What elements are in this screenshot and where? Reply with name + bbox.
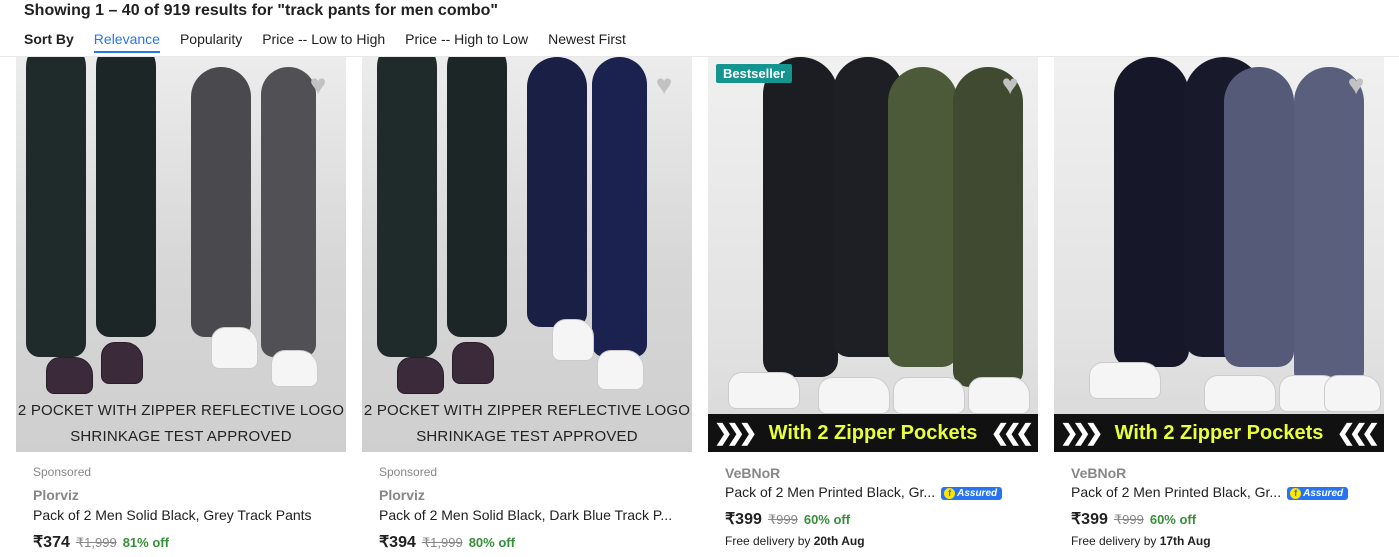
product-brand: VeBNoR [725, 465, 781, 481]
results-header: Showing 1 – 40 of 919 results for "track… [0, 0, 1399, 57]
sort-price-low-high[interactable]: Price -- Low to High [262, 31, 385, 51]
price-row: ₹394 ₹1,999 80% off [379, 532, 515, 552]
chevrons-left-icon: ❯❯❯ [1060, 420, 1103, 445]
image-caption-line-1: 2 POCKET WITH ZIPPER REFLECTIVE LOGO [17, 402, 345, 419]
sort-popularity[interactable]: Popularity [180, 31, 242, 51]
delivery-info: Free delivery by 20th Aug [725, 534, 865, 548]
image-banner: ❯❯❯ With 2 Zipper Pockets ❮❮❮ [708, 414, 1038, 452]
product-price: ₹394 [379, 534, 416, 551]
product-image[interactable]: ♥ ❯❯❯ With 2 Zipper Pockets ❮❮❮ [1054, 57, 1384, 452]
product-price: ₹399 [1071, 511, 1108, 528]
product-image[interactable]: Bestseller ♥ ❯❯❯ With 2 Zipper Pockets ❮… [708, 57, 1038, 452]
sort-newest-first[interactable]: Newest First [548, 31, 626, 51]
product-discount: 60% off [1149, 512, 1197, 527]
delivery-date: 20th Aug [813, 534, 865, 548]
product-mrp: ₹999 [767, 512, 798, 527]
banner-text: With 2 Zipper Pockets [768, 422, 978, 444]
delivery-date: 17th Aug [1159, 534, 1211, 548]
product-price: ₹374 [33, 534, 70, 551]
sort-bar: Sort By Relevance Popularity Price -- Lo… [24, 31, 646, 53]
product-image[interactable]: ♥ 2 POCKET WITH ZIPPER REFLECTIVE LOGO S… [16, 57, 346, 452]
chevrons-right-icon: ❮❮❮ [1336, 420, 1380, 445]
product-discount: 81% off [122, 535, 169, 550]
price-row: ₹399 ₹999 60% off [1071, 509, 1196, 529]
heart-icon[interactable]: ♥ [1342, 71, 1370, 99]
product-price: ₹399 [725, 511, 762, 528]
product-card[interactable]: Bestseller ♥ ❯❯❯ With 2 Zipper Pockets ❮… [708, 57, 1038, 557]
sponsored-label: Sponsored [33, 465, 92, 479]
product-brand: VeBNoR [1071, 465, 1127, 481]
product-title-row: Pack of 2 Men Printed Black, Gr... f Assur… [725, 484, 1003, 500]
product-card[interactable]: ♥ ❯❯❯ With 2 Zipper Pockets ❮❮❮ VeBNoR P… [1054, 57, 1384, 557]
product-card[interactable]: ♥ 2 POCKET WITH ZIPPER REFLECTIVE LOGO S… [362, 57, 692, 557]
image-caption-line-1: 2 POCKET WITH ZIPPER REFLECTIVE LOGO [363, 402, 691, 419]
product-discount: 60% off [803, 512, 851, 527]
image-caption-line-2: SHRINKAGE TEST APPROVED [70, 428, 292, 445]
product-mrp: ₹999 [1113, 512, 1144, 527]
heart-icon[interactable]: ♥ [304, 71, 332, 99]
product-mrp: ₹1,999 [75, 535, 117, 550]
product-title[interactable]: Pack of 2 Men Solid Black, Dark Blue Tra… [379, 507, 672, 523]
product-card[interactable]: ♥ 2 POCKET WITH ZIPPER REFLECTIVE LOGO S… [16, 57, 346, 557]
chevrons-left-icon: ❯❯❯ [714, 420, 757, 445]
product-title[interactable]: Pack of 2 Men Printed Black, Gr... [725, 484, 935, 500]
sort-by-label: Sort By [24, 31, 74, 47]
heart-icon[interactable]: ♥ [650, 71, 678, 99]
results-count-title: Showing 1 – 40 of 919 results for "track… [24, 2, 498, 19]
product-discount: 80% off [468, 535, 515, 550]
sort-relevance[interactable]: Relevance [93, 31, 160, 53]
flipkart-assured-icon: f Assured [1287, 486, 1349, 500]
banner-text: With 2 Zipper Pockets [1114, 422, 1324, 444]
image-caption-line-2: SHRINKAGE TEST APPROVED [416, 428, 638, 445]
chevrons-right-icon: ❮❮❮ [990, 420, 1034, 445]
image-banner: ❯❯❯ With 2 Zipper Pockets ❮❮❮ [1054, 414, 1384, 452]
product-title[interactable]: Pack of 2 Men Printed Black, Gr... [1071, 484, 1281, 500]
product-brand: Plorviz [379, 487, 425, 503]
price-row: ₹374 ₹1,999 81% off [33, 532, 169, 552]
sort-price-high-low[interactable]: Price -- High to Low [405, 31, 528, 51]
flipkart-assured-icon: f Assured [941, 486, 1003, 500]
bestseller-badge: Bestseller [716, 64, 793, 83]
product-image[interactable]: ♥ 2 POCKET WITH ZIPPER REFLECTIVE LOGO S… [362, 57, 692, 452]
product-title-row: Pack of 2 Men Printed Black, Gr... f Assur… [1071, 484, 1349, 500]
heart-icon[interactable]: ♥ [996, 71, 1024, 99]
product-brand: Plorviz [33, 487, 79, 503]
product-mrp: ₹1,999 [421, 535, 463, 550]
product-title[interactable]: Pack of 2 Men Solid Black, Grey Track Pa… [33, 507, 312, 523]
delivery-info: Free delivery by 17th Aug [1071, 534, 1211, 548]
sponsored-label: Sponsored [379, 465, 438, 479]
price-row: ₹399 ₹999 60% off [725, 509, 850, 529]
